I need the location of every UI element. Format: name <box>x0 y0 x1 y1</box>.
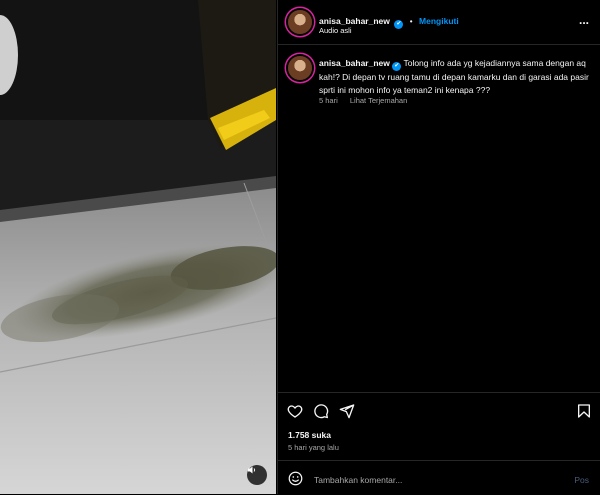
caption-username[interactable]: anisa_bahar_new <box>319 58 390 68</box>
author-username[interactable]: anisa_bahar_new <box>319 16 390 26</box>
post-timestamp[interactable]: 5 hari yang lalu <box>288 443 339 452</box>
caption-age: 5 hari <box>319 96 338 105</box>
follow-button[interactable]: Mengikuti <box>419 16 459 26</box>
caption-meta: 5 hari Lihat Terjemahan <box>319 96 417 105</box>
post-side-panel: anisa_bahar_new ✔ • Mengikuti Audio asli… <box>277 0 600 494</box>
audio-toggle-button[interactable] <box>247 465 267 485</box>
follow-separator: • <box>409 17 413 26</box>
translate-link[interactable]: Lihat Terjemahan <box>350 96 407 105</box>
send-icon[interactable] <box>339 403 355 419</box>
post-comment-button[interactable]: Pos <box>574 475 589 485</box>
comment-icon[interactable] <box>313 403 329 419</box>
bookmark-icon[interactable] <box>576 403 592 419</box>
comment-input[interactable]: Tambahkan komentar... <box>314 475 402 485</box>
speaker-icon <box>248 466 256 474</box>
video-frame <box>0 0 276 494</box>
comment-bar: Tambahkan komentar... Pos <box>278 460 600 495</box>
like-count[interactable]: 1.758 suka <box>288 430 331 440</box>
author-avatar[interactable] <box>288 10 312 34</box>
caption-verified-badge-icon: ✔ <box>392 62 402 71</box>
caption-author-avatar[interactable] <box>288 56 312 80</box>
heart-icon[interactable] <box>287 403 303 419</box>
post-video[interactable] <box>0 0 276 494</box>
emoji-icon[interactable] <box>288 471 303 486</box>
audio-label[interactable]: Audio asli <box>319 26 352 35</box>
more-icon[interactable]: ... <box>579 14 589 26</box>
post-header: anisa_bahar_new ✔ • Mengikuti Audio asli… <box>278 0 600 45</box>
post-caption: anisa_bahar_new ✔ Tolong info ada yg kej… <box>319 57 589 96</box>
verified-badge-icon: ✔ <box>394 20 404 29</box>
